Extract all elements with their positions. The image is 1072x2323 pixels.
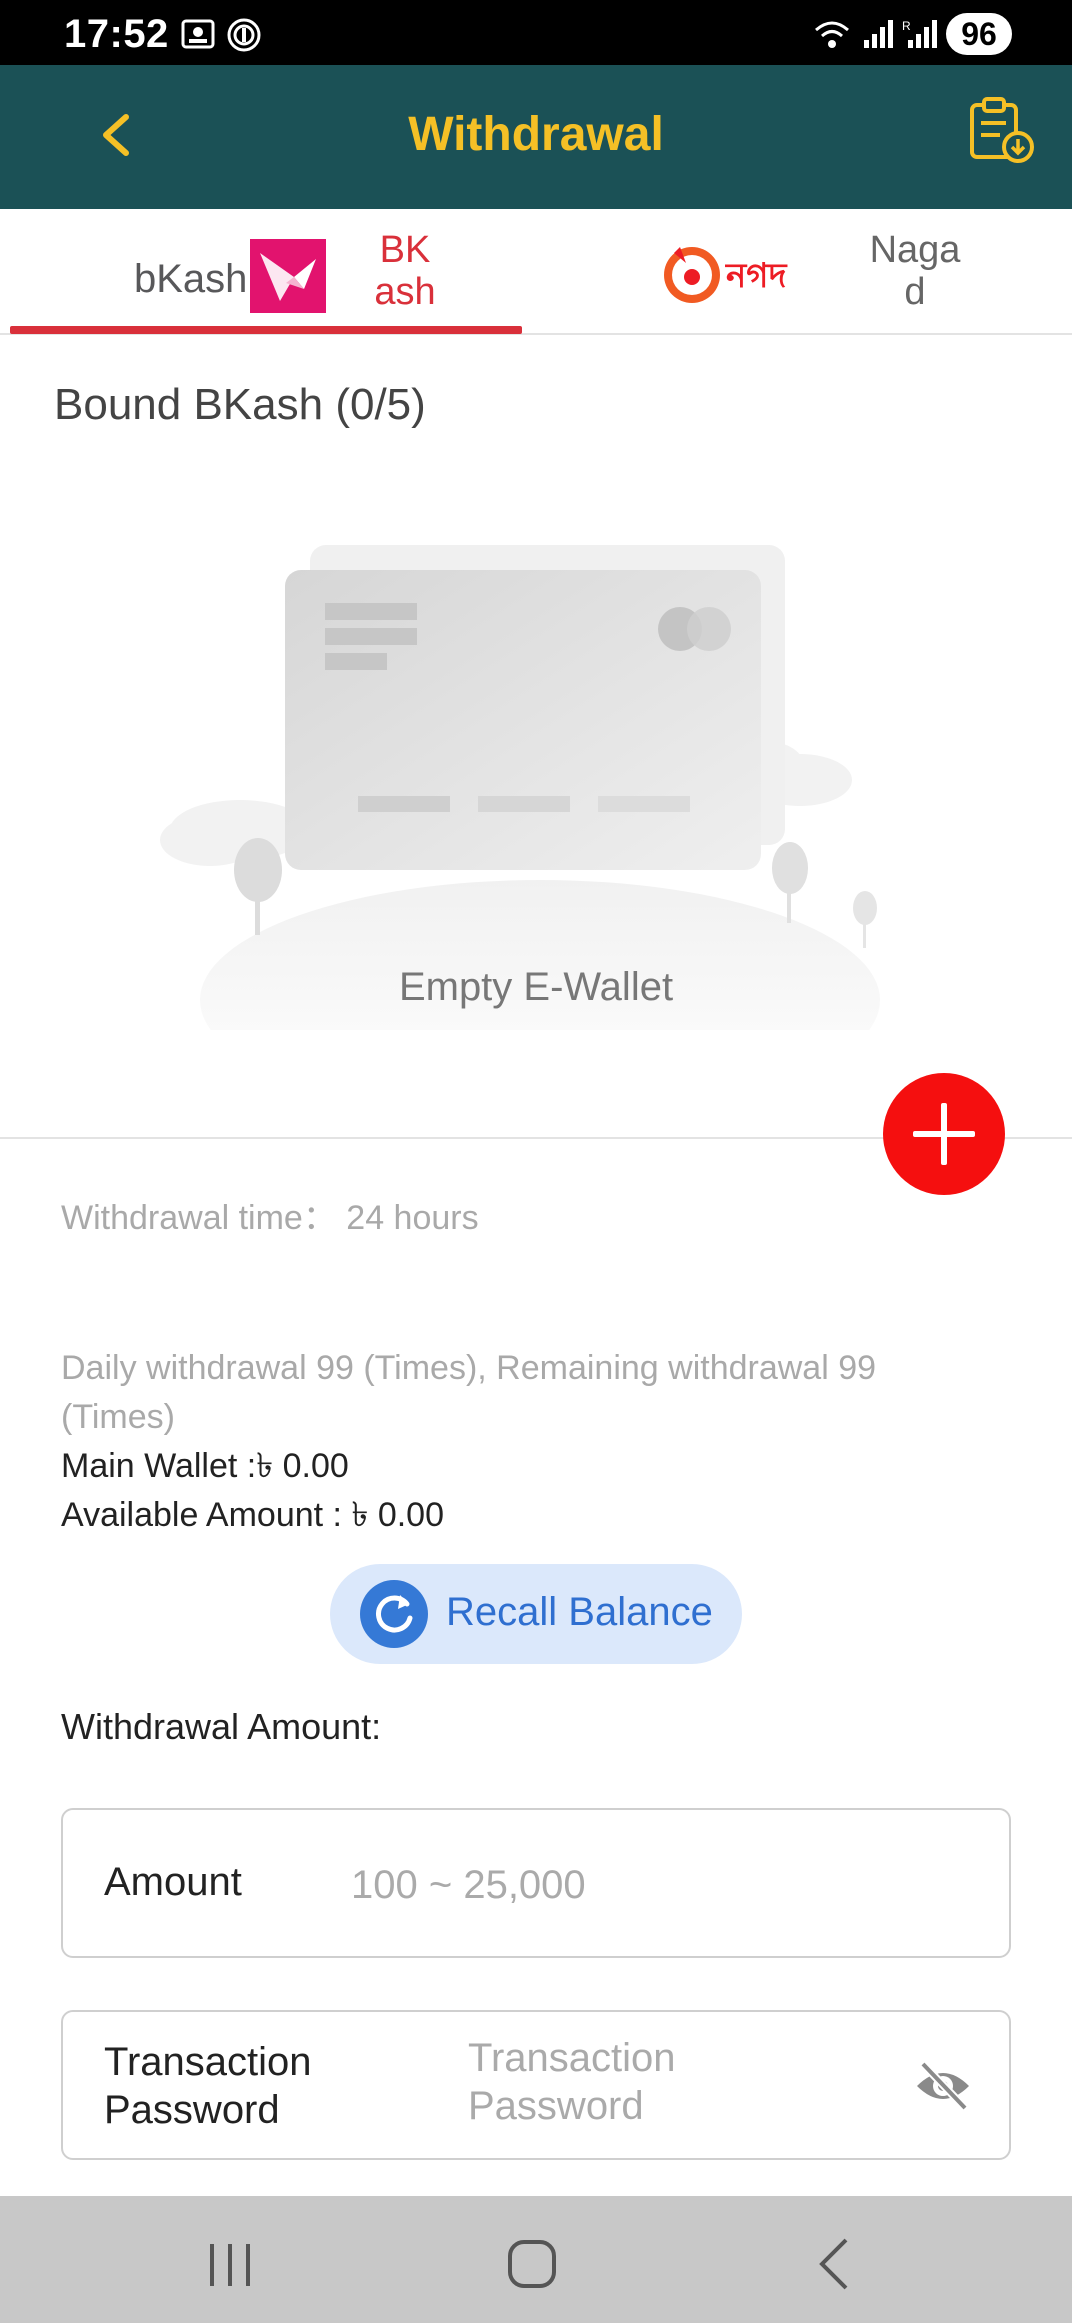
amount-field-label: Amount [104,1860,242,1904]
withdrawal-record-button[interactable] [966,95,1036,167]
tab-bkash[interactable]: bKash BK ash [10,209,522,335]
bound-wallet-title: Bound BKash (0/5) [54,380,426,429]
svg-text:নগদ: নগদ [725,256,788,296]
recent-apps-icon [210,2244,250,2286]
nagad-logo: নগদ [660,233,820,313]
home-icon [508,2240,556,2288]
tab-bkash-label: BK ash [365,229,445,313]
recall-balance-button[interactable]: Recall Balance [330,1564,742,1664]
app-header: Withdrawal [0,65,1072,209]
roaming-signal-icon: R [902,18,938,55]
clipboard-download-icon [970,97,1034,163]
main-wallet-text: Main Wallet :৳ 0.00 [61,1447,349,1485]
page-title: Withdrawal [408,108,664,161]
tab-bkash-label-line1: BK [379,229,431,271]
status-time: 17:52 [64,12,169,56]
tab-nagad[interactable]: নগদ Naga d [535,209,1072,335]
available-amount-text: Available Amount : ৳ 0.00 [61,1496,444,1534]
empty-wallet-text: Empty E-Wallet [398,965,674,1009]
bkash-logo: bKash [134,239,330,313]
tab-nagad-label-line2: d [904,271,926,313]
recall-balance-label: Recall Balance [446,1590,713,1634]
add-wallet-button[interactable] [883,1073,1005,1195]
empty-wallet-illustration [120,530,900,1120]
payment-method-tabs: bKash BK ash নগদ Naga d [0,209,1072,335]
recent-apps-button[interactable] [190,2226,270,2296]
tab-bkash-label-line2: ash [374,271,436,313]
transaction-password-input[interactable] [468,2034,728,2134]
refresh-icon [360,1580,428,1648]
withdrawal-time-text: Withdrawal time： 24 hours [61,1199,479,1237]
transaction-password-label: Transaction Password [104,2040,312,2132]
system-nav-bar [0,2196,1072,2323]
amount-input[interactable] [351,1850,951,1920]
back-icon [819,2238,848,2290]
amount-field: Amount [61,1808,1011,1958]
screenshot-icon [180,18,216,55]
active-tab-indicator [10,326,522,334]
tab-nagad-label: Naga d [855,229,975,313]
toggle-password-visibility-button[interactable] [913,2058,973,2114]
home-button[interactable] [492,2226,572,2296]
status-bar: 17:52 R 96 [0,0,1072,65]
tab-nagad-label-line1: Naga [869,229,961,271]
transaction-password-field: Transaction Password [61,2010,1011,2160]
bkash-bird-icon [250,239,326,313]
eye-off-icon [917,2061,969,2111]
nfc-icon [226,18,262,57]
withdrawal-amount-label: Withdrawal Amount: [61,1706,382,1747]
battery-indicator: 96 [946,13,1012,55]
wifi-icon [812,18,852,55]
system-back-button[interactable] [796,2226,876,2296]
svg-text:R: R [902,19,911,33]
signal-icon [862,18,894,55]
bkash-logo-text: bKash [134,257,248,301]
daily-limit-text: Daily withdrawal 99 (Times), Remaining w… [61,1349,877,1436]
